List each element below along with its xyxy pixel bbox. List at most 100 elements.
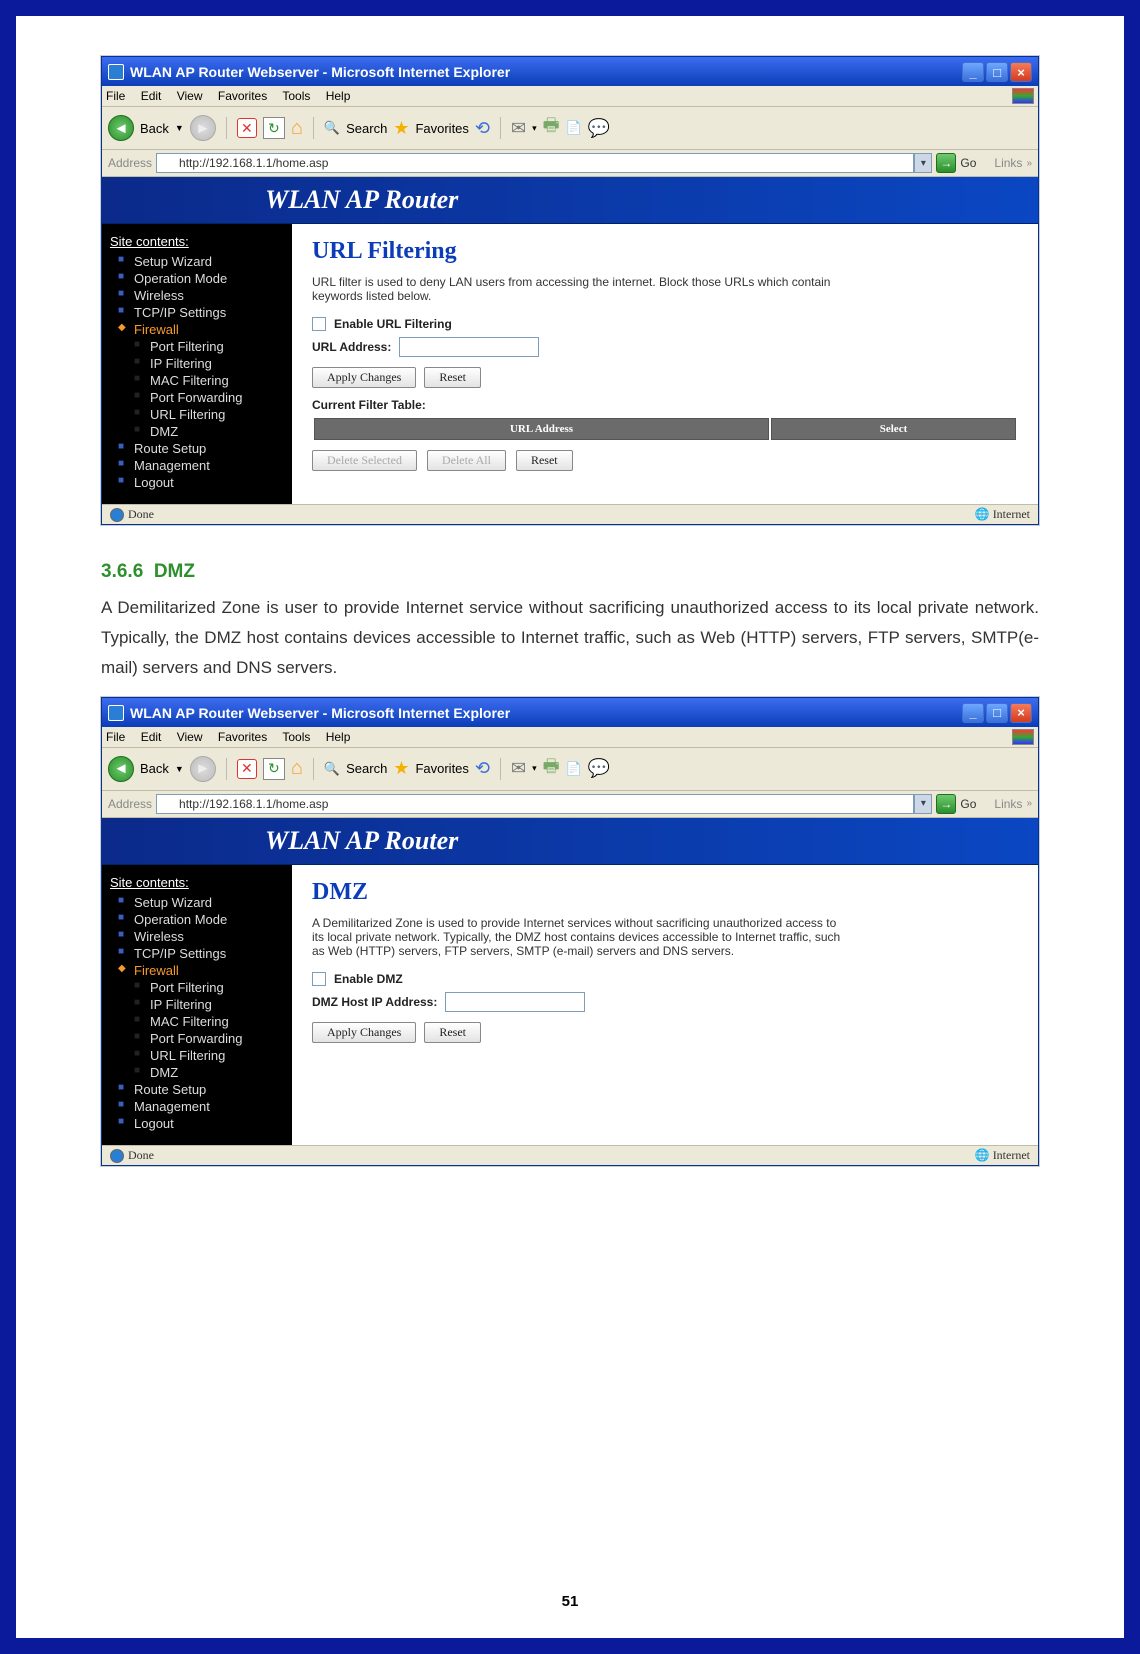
address-input[interactable]: http://192.168.1.1/home.asp [156, 794, 914, 814]
close-button[interactable]: × [1010, 62, 1032, 82]
sidebar-logout[interactable]: Logout [118, 474, 286, 491]
history-button[interactable]: ⟲ [475, 118, 490, 139]
discuss-button[interactable]: 💬 [588, 758, 610, 779]
delete-selected-button[interactable]: Delete Selected [312, 450, 417, 471]
menubar: File Edit View Favorites Tools Help [102, 86, 1038, 107]
favorites-icon[interactable]: ★ [393, 758, 409, 779]
sidebar-dmz[interactable]: DMZ [134, 423, 286, 440]
sidebar-logout[interactable]: Logout [118, 1115, 286, 1132]
sidebar-dmz[interactable]: DMZ [134, 1064, 286, 1081]
back-button[interactable]: ◄ [108, 115, 134, 141]
search-icon[interactable]: 🔍 [324, 120, 340, 136]
dmz-host-input[interactable] [445, 992, 585, 1012]
sidebar-ip-filtering[interactable]: IP Filtering [134, 996, 286, 1013]
apply-button[interactable]: Apply Changes [312, 1022, 416, 1043]
address-dropdown[interactable]: ▾ [914, 794, 932, 814]
sidebar-tcpip[interactable]: TCP/IP Settings [118, 304, 286, 321]
home-button[interactable]: ⌂ [291, 117, 303, 140]
sidebar-port-filtering[interactable]: Port Filtering [134, 979, 286, 996]
back-button[interactable]: ◄ [108, 756, 134, 782]
menu-view[interactable]: View [177, 730, 203, 744]
menu-edit[interactable]: Edit [141, 89, 162, 103]
filter-table: URL Address Select [312, 416, 1018, 442]
search-icon[interactable]: 🔍 [324, 761, 340, 777]
back-menu-dropdown[interactable]: ▼ [175, 764, 184, 774]
url-address-input[interactable] [399, 337, 539, 357]
refresh-button[interactable]: ↻ [263, 758, 285, 780]
favorites-icon[interactable]: ★ [393, 118, 409, 139]
sidebar-mac-filtering[interactable]: MAC Filtering [134, 372, 286, 389]
close-button[interactable]: × [1010, 703, 1032, 723]
mail-button[interactable]: ✉ [511, 118, 526, 139]
enable-url-checkbox[interactable] [312, 317, 326, 331]
minimize-button[interactable]: _ [962, 62, 984, 82]
menu-favorites[interactable]: Favorites [218, 730, 267, 744]
print-button[interactable]: 🖶 [543, 754, 560, 784]
menu-view[interactable]: View [177, 89, 203, 103]
go-button[interactable]: → [936, 794, 956, 814]
sidebar-tcpip[interactable]: TCP/IP Settings [118, 945, 286, 962]
sidebar-route-setup[interactable]: Route Setup [118, 440, 286, 457]
sidebar-operation-mode[interactable]: Operation Mode [118, 270, 286, 287]
sidebar-ip-filtering[interactable]: IP Filtering [134, 355, 286, 372]
menu-help[interactable]: Help [326, 89, 351, 103]
reset-button[interactable]: Reset [424, 1022, 481, 1043]
edit-button[interactable]: 📄 [566, 761, 582, 777]
minimize-button[interactable]: _ [962, 703, 984, 723]
search-label[interactable]: Search [346, 761, 387, 776]
menu-file[interactable]: File [106, 89, 125, 103]
maximize-button[interactable]: □ [986, 703, 1008, 723]
forward-button[interactable]: ► [190, 115, 216, 141]
sidebar-management[interactable]: Management [118, 457, 286, 474]
sidebar-mac-filtering[interactable]: MAC Filtering [134, 1013, 286, 1030]
maximize-button[interactable]: □ [986, 62, 1008, 82]
enable-dmz-checkbox[interactable] [312, 972, 326, 986]
mail-button[interactable]: ✉ [511, 758, 526, 779]
favorites-label[interactable]: Favorites [415, 121, 468, 136]
sidebar-management[interactable]: Management [118, 1098, 286, 1115]
sidebar-operation-mode[interactable]: Operation Mode [118, 911, 286, 928]
reset-button[interactable]: Reset [424, 367, 481, 388]
menu-tools[interactable]: Tools [282, 730, 310, 744]
home-button[interactable]: ⌂ [291, 757, 303, 780]
menu-file[interactable]: File [106, 730, 125, 744]
sidebar-port-forwarding[interactable]: Port Forwarding [134, 1030, 286, 1047]
edit-button[interactable]: 📄 [566, 120, 582, 136]
print-button[interactable]: 🖶 [543, 113, 560, 143]
links-label[interactable]: Links [994, 156, 1022, 170]
go-button[interactable]: → [936, 153, 956, 173]
window-titlebar: WLAN AP Router Webserver - Microsoft Int… [102, 57, 1038, 86]
windows-flag-icon [1012, 729, 1034, 745]
sidebar-port-filtering[interactable]: Port Filtering [134, 338, 286, 355]
sidebar-firewall[interactable]: Firewall [118, 321, 286, 338]
sidebar-setup-wizard[interactable]: Setup Wizard [118, 253, 286, 270]
forward-button[interactable]: ► [190, 756, 216, 782]
sidebar-url-filtering[interactable]: URL Filtering [134, 406, 286, 423]
menu-edit[interactable]: Edit [141, 730, 162, 744]
status-bar: Done 🌐 Internet [102, 504, 1038, 524]
sidebar-port-forwarding[interactable]: Port Forwarding [134, 389, 286, 406]
discuss-button[interactable]: 💬 [588, 118, 610, 139]
stop-button[interactable]: ✕ [237, 759, 257, 779]
apply-button[interactable]: Apply Changes [312, 367, 416, 388]
links-label[interactable]: Links [994, 797, 1022, 811]
reset-button-2[interactable]: Reset [516, 450, 573, 471]
back-menu-dropdown[interactable]: ▼ [175, 123, 184, 133]
menu-favorites[interactable]: Favorites [218, 89, 267, 103]
delete-all-button[interactable]: Delete All [427, 450, 506, 471]
sidebar-url-filtering[interactable]: URL Filtering [134, 1047, 286, 1064]
history-button[interactable]: ⟲ [475, 758, 490, 779]
address-input[interactable]: http://192.168.1.1/home.asp [156, 153, 914, 173]
refresh-button[interactable]: ↻ [263, 117, 285, 139]
sidebar-wireless[interactable]: Wireless [118, 287, 286, 304]
sidebar-firewall[interactable]: Firewall [118, 962, 286, 979]
favorites-label[interactable]: Favorites [415, 761, 468, 776]
address-dropdown[interactable]: ▾ [914, 153, 932, 173]
search-label[interactable]: Search [346, 121, 387, 136]
sidebar-wireless[interactable]: Wireless [118, 928, 286, 945]
sidebar-setup-wizard[interactable]: Setup Wizard [118, 894, 286, 911]
stop-button[interactable]: ✕ [237, 118, 257, 138]
sidebar-route-setup[interactable]: Route Setup [118, 1081, 286, 1098]
menu-tools[interactable]: Tools [282, 89, 310, 103]
menu-help[interactable]: Help [326, 730, 351, 744]
